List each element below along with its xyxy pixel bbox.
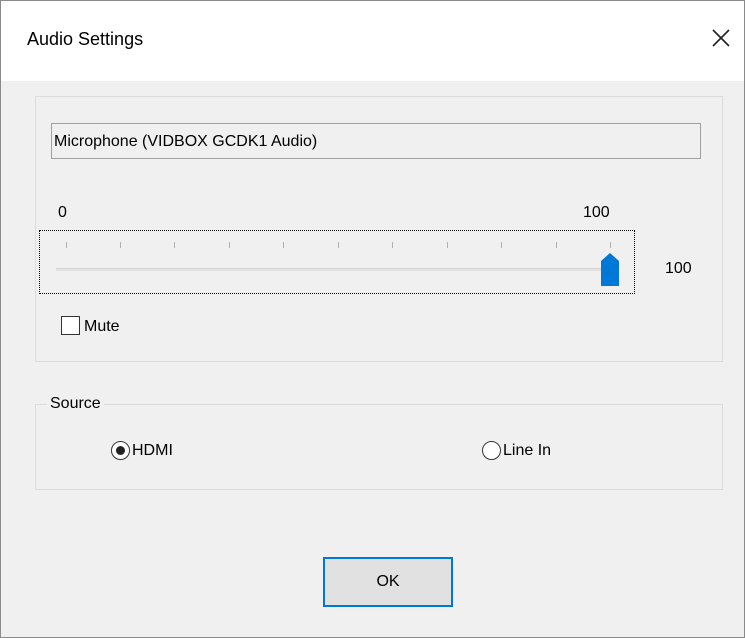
slider-tick <box>283 242 284 248</box>
range-min-label: 0 <box>58 204 67 221</box>
mute-label: Mute <box>84 318 120 335</box>
mute-checkbox[interactable] <box>61 316 80 335</box>
range-max-label: 100 <box>583 204 610 221</box>
audio-settings-dialog: Audio Settings Microphone (VIDBOX GCDK1 … <box>0 0 745 638</box>
slider-track <box>56 268 612 271</box>
title-bar: Audio Settings <box>1 1 744 81</box>
slider-tick <box>501 242 502 248</box>
slider-tick <box>174 242 175 248</box>
volume-slider[interactable] <box>39 230 635 294</box>
slider-tick <box>392 242 393 248</box>
slider-tick <box>610 242 611 248</box>
line-in-radio[interactable] <box>482 441 501 460</box>
source-legend: Source <box>47 395 104 413</box>
radio-selected-dot <box>116 446 125 455</box>
line-in-label: Line In <box>503 442 552 459</box>
slider-tick <box>120 242 121 248</box>
slider-tick <box>229 242 230 248</box>
close-icon <box>712 29 730 47</box>
slider-tick <box>66 242 67 248</box>
ok-button[interactable]: OK <box>323 557 453 607</box>
close-button[interactable] <box>701 19 741 59</box>
device-name: Microphone (VIDBOX GCDK1 Audio) <box>54 133 318 150</box>
hdmi-radio[interactable] <box>111 441 130 460</box>
slider-tick <box>447 242 448 248</box>
window-title: Audio Settings <box>27 29 144 49</box>
slider-tick <box>556 242 557 248</box>
device-name-field: Microphone (VIDBOX GCDK1 Audio) <box>51 123 701 159</box>
volume-value: 100 <box>665 260 692 277</box>
hdmi-label: HDMI <box>132 442 173 459</box>
slider-tick <box>338 242 339 248</box>
slider-thumb[interactable] <box>599 251 621 287</box>
